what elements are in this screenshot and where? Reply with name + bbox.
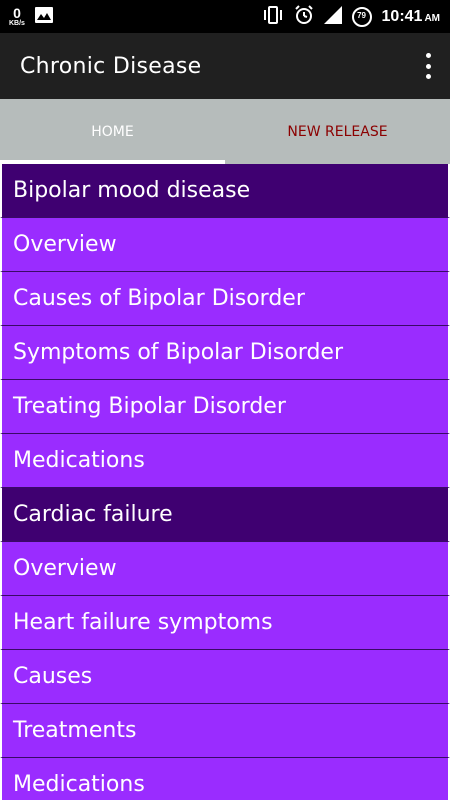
alarm-icon — [294, 4, 314, 29]
app-title: Chronic Disease — [20, 53, 202, 79]
image-notification-icon — [34, 6, 53, 27]
list-item[interactable]: Treating Bipolar Disorder — [0, 380, 450, 434]
clock-time: 10:41 — [381, 7, 423, 25]
network-speed-value: 0 — [13, 5, 21, 21]
disease-list: Bipolar mood disease Overview Causes of … — [0, 164, 450, 800]
status-bar: 0 KB/s 79 10:41 AM — [0, 0, 450, 33]
list-item-label: Treating Bipolar Disorder — [13, 394, 286, 419]
overflow-dot-icon — [425, 63, 431, 69]
vibrate-icon — [262, 5, 284, 28]
list-item[interactable]: Treatments — [0, 704, 450, 758]
list-item[interactable]: Overview — [0, 218, 450, 272]
list-item-label: Heart failure symptoms — [13, 610, 273, 635]
list-item[interactable]: Medications — [0, 434, 450, 488]
list-item-label: Bipolar mood disease — [13, 178, 251, 203]
list-item[interactable]: Heart failure symptoms — [0, 596, 450, 650]
list-item-label: Symptoms of Bipolar Disorder — [13, 340, 343, 365]
list-item[interactable]: Causes of Bipolar Disorder — [0, 272, 450, 326]
list-item-label: Overview — [13, 232, 117, 257]
tab-home-label: HOME — [91, 123, 134, 140]
list-item[interactable]: Medications — [0, 758, 450, 800]
list-item-label: Cardiac failure — [13, 502, 173, 527]
list-item-label: Overview — [13, 556, 117, 581]
clock: 10:41 AM — [382, 8, 440, 26]
section-header-bipolar[interactable]: Bipolar mood disease — [0, 164, 450, 218]
battery-level: 79 — [357, 10, 366, 20]
tab-new-release[interactable]: NEW RELEASE — [225, 99, 450, 164]
list-item-label: Treatments — [13, 718, 137, 743]
battery-icon: 79 — [351, 6, 372, 27]
list-item[interactable]: Causes — [0, 650, 450, 704]
signal-icon — [323, 5, 342, 28]
overflow-menu-button[interactable] — [420, 53, 436, 79]
overflow-dot-icon — [425, 74, 431, 79]
list-item[interactable]: Overview — [0, 542, 450, 596]
list-item-label: Causes — [13, 664, 93, 689]
overflow-dot-icon — [425, 53, 431, 58]
list-item-label: Causes of Bipolar Disorder — [13, 286, 305, 311]
section-header-cardiac[interactable]: Cardiac failure — [0, 488, 450, 542]
network-speed-indicator: 0 KB/s — [9, 6, 25, 27]
network-speed-unit: KB/s — [9, 20, 25, 27]
list-item[interactable]: Symptoms of Bipolar Disorder — [0, 326, 450, 380]
app-bar: Chronic Disease — [0, 33, 450, 99]
tab-new-release-label: NEW RELEASE — [287, 123, 388, 140]
tab-bar: HOME NEW RELEASE — [0, 99, 450, 164]
list-item-label: Medications — [13, 448, 145, 473]
list-item-label: Medications — [13, 772, 145, 797]
tab-home[interactable]: HOME — [0, 99, 225, 164]
clock-ampm: AM — [424, 12, 440, 24]
